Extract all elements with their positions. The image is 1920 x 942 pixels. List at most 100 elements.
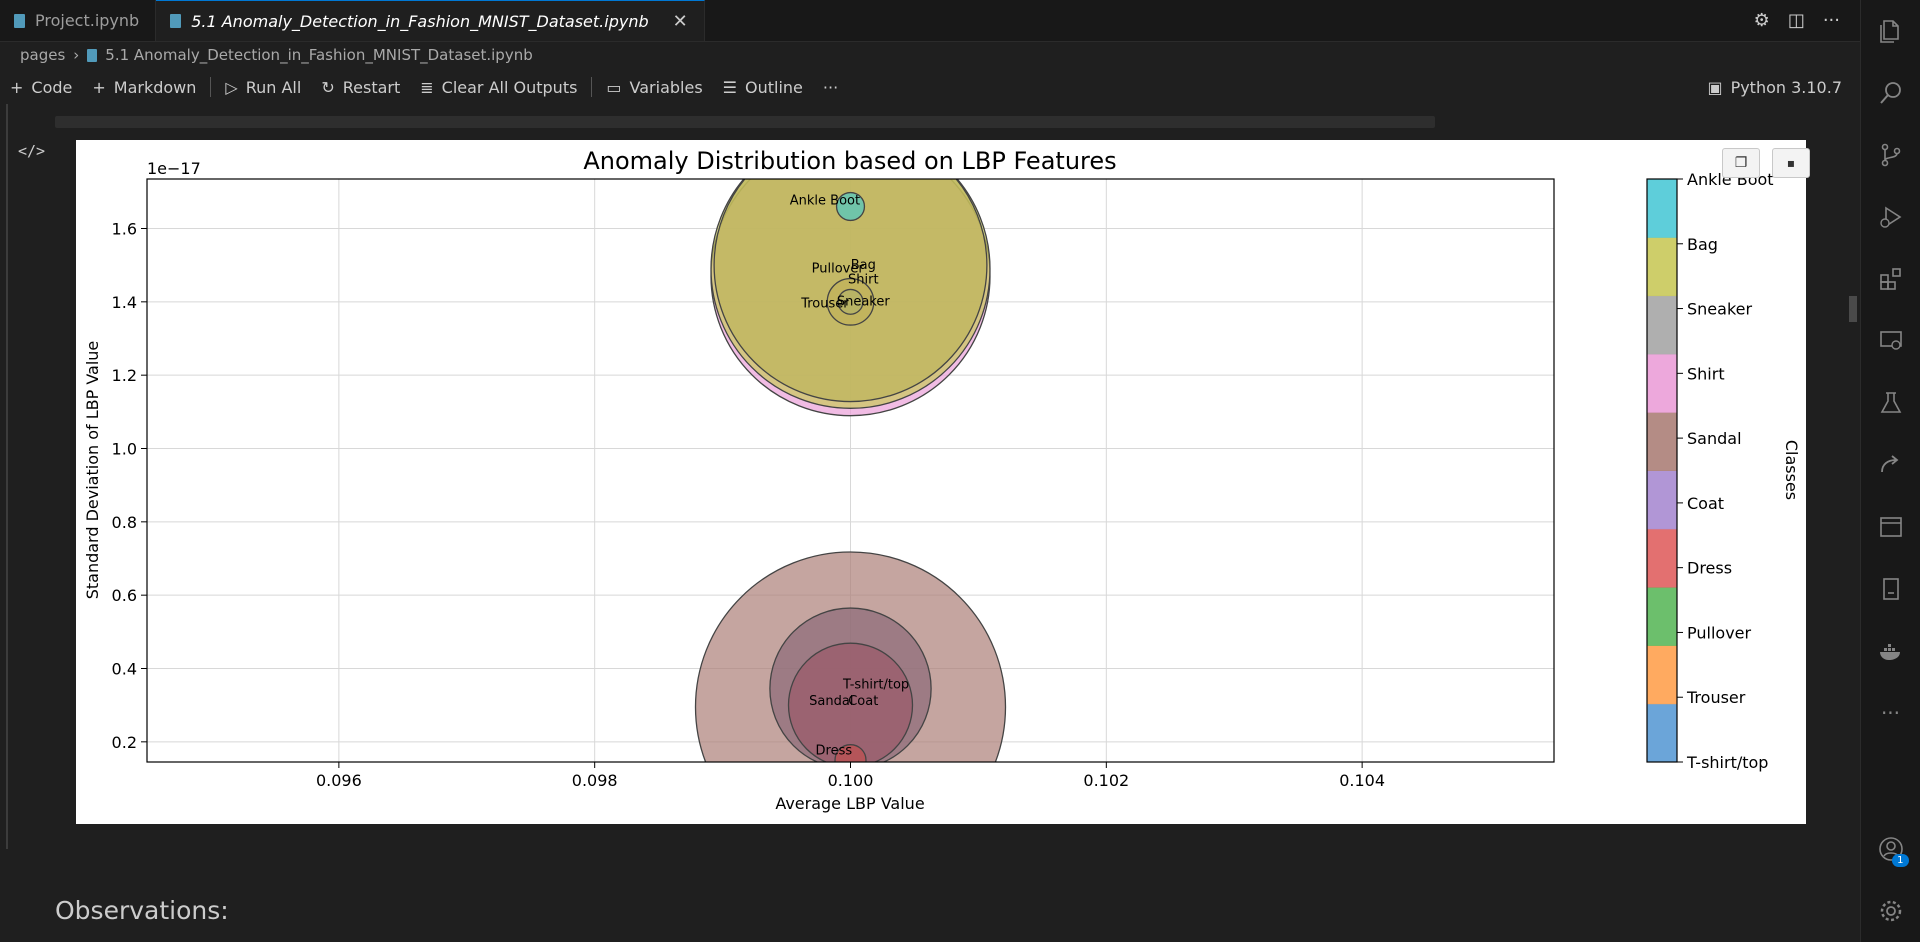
annotation-label: Sandal — [809, 694, 853, 709]
restart-button[interactable]: ↻ Restart — [311, 72, 410, 102]
x-axis-ticks: 0.096 0.098 0.100 0.102 0.104 — [316, 762, 1385, 790]
annotation-label: Sneaker — [837, 295, 891, 310]
x-tick-label: 0.096 — [316, 771, 362, 790]
source-control-icon[interactable] — [1861, 124, 1920, 186]
breadcrumb-folder[interactable]: pages — [20, 46, 65, 64]
testing-flask-icon[interactable] — [1861, 372, 1920, 434]
add-code-cell-button[interactable]: + Code — [0, 72, 82, 102]
tab-project[interactable]: Project.ipynb — [0, 0, 157, 41]
variables-label: Variables — [629, 77, 703, 97]
restart-label: Restart — [342, 77, 401, 97]
plus-icon: + — [10, 77, 24, 97]
more-label: ··· — [822, 77, 839, 97]
colorbar: T-shirt/top Trouser Pullover Dress Coat Sanda… — [1646, 170, 1774, 772]
chevron-right-icon: › — [73, 46, 80, 64]
colorbar-class-label: T-shirt/top — [1686, 753, 1768, 772]
search-icon[interactable] — [1861, 62, 1920, 124]
tab-label: Project.ipynb — [35, 11, 140, 30]
colorbar-segment — [1647, 528, 1677, 588]
more-views-icon[interactable]: ··· — [1861, 682, 1920, 744]
variables-icon: ▭ — [606, 77, 622, 97]
remote-explorer-icon[interactable] — [1861, 310, 1920, 372]
markdown-label: Markdown — [113, 77, 197, 97]
account-badge: 1 — [1892, 854, 1909, 867]
y-tick-label: 0.6 — [112, 586, 137, 605]
anomaly-chart: Ankle BootPulloverBagShirtTrouserSneaker… — [83, 147, 1801, 813]
account-icon[interactable]: 1 — [1861, 818, 1920, 880]
tab-anomaly-detection[interactable]: 5.1 Anomaly_Detection_in_Fashion_MNIST_D… — [156, 0, 705, 41]
x-tick-label: 0.104 — [1339, 771, 1385, 790]
vscode-window: Project.ipynb 5.1 Anomaly_Detection_in_F… — [0, 0, 1920, 942]
plus-icon: + — [92, 77, 106, 97]
save-output-button[interactable]: ▪ — [1772, 148, 1810, 178]
y-tick-label: 0.4 — [112, 660, 137, 679]
editor-scrollbar-thumb[interactable] — [1849, 296, 1857, 322]
colorbar-label: Classes — [1782, 440, 1801, 500]
live-share-icon[interactable] — [1861, 434, 1920, 496]
x-tick-label: 0.102 — [1083, 771, 1129, 790]
x-tick-label: 0.100 — [828, 771, 874, 790]
breadcrumb-file[interactable]: 5.1 Anomaly_Detection_in_Fashion_MNIST_D… — [105, 46, 532, 64]
colorbar-segment — [1647, 295, 1677, 355]
y-offset-label: 1e−17 — [147, 159, 201, 178]
run-all-button[interactable]: ▷ Run All — [215, 72, 311, 102]
x-axis-label: Average LBP Value — [775, 794, 924, 813]
notebook-file-icon — [87, 48, 98, 62]
manage-gear-icon[interactable] — [1861, 880, 1920, 942]
colorbar-segment — [1647, 237, 1677, 297]
colorbar-segment — [1647, 645, 1677, 705]
restart-icon: ↻ — [321, 77, 335, 97]
cell-output-scrollbar[interactable] — [55, 116, 1435, 128]
annotation-label: Bag — [851, 258, 876, 273]
colorbar-class-label: Dress — [1687, 559, 1732, 578]
more-toolbar-button[interactable]: ··· — [813, 72, 848, 102]
colorbar-segment — [1647, 470, 1677, 530]
breadcrumb: pages › 5.1 Anomaly_Detection_in_Fashion… — [20, 46, 533, 64]
annotation-label: Ankle Boot — [790, 194, 860, 209]
kernel-picker[interactable]: ▣ Python 3.10.7 — [1707, 78, 1860, 97]
toolbar-divider — [591, 77, 593, 97]
notebook-file-icon — [170, 14, 182, 28]
explorer-icon[interactable] — [1861, 0, 1920, 62]
colorbar-class-label: Shirt — [1687, 364, 1725, 383]
docker-icon[interactable] — [1861, 620, 1920, 682]
y-tick-label: 1.0 — [112, 440, 137, 459]
split-editor-icon[interactable]: ◫ — [1788, 10, 1805, 31]
notebook-file-icon — [14, 13, 25, 28]
more-actions-icon[interactable]: ··· — [1823, 10, 1840, 31]
y-tick-label: 1.6 — [112, 220, 137, 239]
markdown-heading: Observations: — [55, 896, 229, 925]
tab-label: 5.1 Anomaly_Detection_in_Fashion_MNIST_D… — [191, 11, 649, 31]
run-debug-icon[interactable] — [1861, 186, 1920, 248]
add-markdown-cell-button[interactable]: + Markdown — [82, 72, 206, 102]
y-axis-label: Standard Deviation of LBP Value — [83, 341, 102, 600]
clear-all-outputs-button[interactable]: ≣ Clear All Outputs — [410, 72, 587, 102]
notebook-panel-icon[interactable] — [1861, 558, 1920, 620]
colorbar-class-label: Trouser — [1686, 688, 1746, 707]
extensions-icon[interactable] — [1861, 248, 1920, 310]
colorbar-segment — [1647, 353, 1677, 413]
cell-focus-indicator — [6, 104, 8, 849]
activity-bar: ··· 1 — [1860, 0, 1920, 942]
editor-actions: ⚙ ◫ ··· — [1754, 0, 1860, 41]
copy-output-button[interactable]: ❐ — [1722, 148, 1760, 178]
close-icon[interactable]: ✕ — [673, 11, 688, 32]
gear-icon[interactable]: ⚙ — [1754, 10, 1770, 31]
output-actions: ❐ ▪ — [1722, 148, 1810, 178]
outline-button[interactable]: ☰ Outline — [713, 72, 813, 102]
run-all-label: Run All — [245, 77, 302, 97]
colorbar-segment — [1647, 179, 1677, 238]
y-tick-label: 0.2 — [112, 733, 137, 752]
clear-outputs-label: Clear All Outputs — [441, 77, 578, 97]
annotation-label: Dress — [816, 744, 853, 759]
code-label: Code — [31, 77, 73, 97]
clear-outputs-icon: ≣ — [420, 77, 434, 97]
x-tick-label: 0.098 — [572, 771, 618, 790]
toggle-code-icon[interactable]: </> — [18, 142, 45, 160]
panels-icon[interactable] — [1861, 496, 1920, 558]
chart-title: Anomaly Distribution based on LBP Featur… — [583, 147, 1116, 175]
outline-icon: ☰ — [722, 77, 738, 97]
variables-button[interactable]: ▭ Variables — [596, 72, 712, 102]
annotation-label: T-shirt/top — [842, 678, 909, 693]
colorbar-class-label: Sneaker — [1687, 300, 1752, 319]
